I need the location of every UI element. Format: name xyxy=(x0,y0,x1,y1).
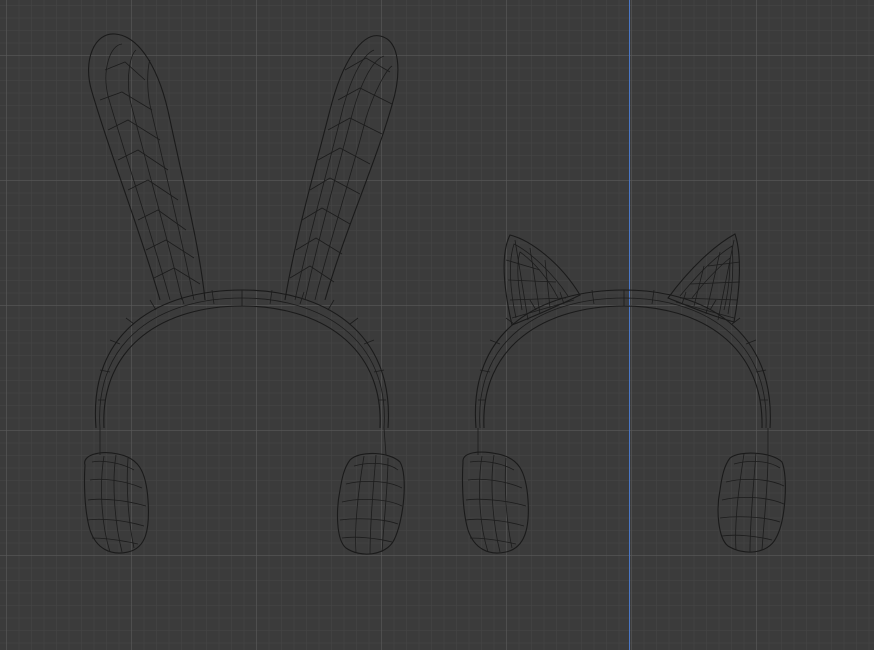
ear-cup-left-b xyxy=(461,451,529,554)
headband-right xyxy=(474,289,771,455)
cat-ear-left xyxy=(503,234,581,326)
bunny-ear-right xyxy=(284,35,399,301)
bunny-ear-headphones[interactable] xyxy=(83,33,405,555)
cat-ear-headphones[interactable] xyxy=(461,233,786,554)
bunny-ear-left xyxy=(88,33,206,301)
3d-viewport[interactable] xyxy=(0,0,874,650)
wireframe-scene[interactable] xyxy=(0,0,874,650)
headband-left xyxy=(94,289,389,456)
cat-ear-right xyxy=(667,233,741,323)
ear-cup-left-a xyxy=(83,452,149,554)
ear-cup-right-b xyxy=(717,452,786,553)
ear-cup-right-a xyxy=(336,452,405,555)
